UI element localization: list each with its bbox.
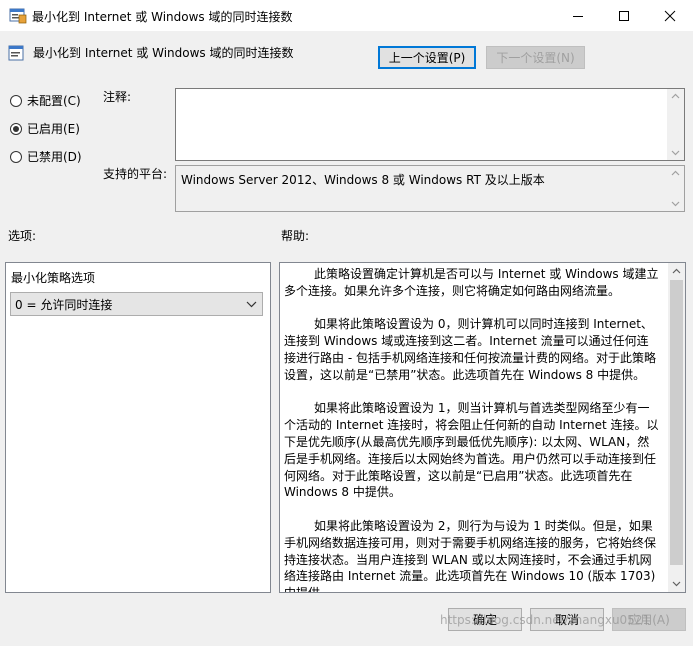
apply-button[interactable]: 应用(A) — [612, 608, 686, 631]
ok-button[interactable]: 确定 — [448, 608, 522, 631]
previous-setting-button[interactable]: 上一个设置(P) — [378, 46, 476, 69]
title-bar: 最小化到 Internet 或 Windows 域的同时连接数 — [0, 0, 693, 31]
help-text: 此策略设置确定计算机是否可以与 Internet 或 Windows 域建立多个… — [284, 266, 660, 592]
comment-textarea[interactable] — [175, 88, 685, 161]
next-setting-button[interactable]: 下一个设置(N) — [486, 46, 585, 69]
help-scrollbar[interactable] — [668, 263, 685, 592]
help-paragraph: 如果将此策略设置设为 2，则行为与设为 1 时类似。但是，如果手机网络数据连接可… — [284, 518, 657, 592]
window-title: 最小化到 Internet 或 Windows 域的同时连接数 — [32, 10, 293, 24]
policy-option-selected: 0 = 允许同时连接 — [15, 297, 113, 312]
radio-enabled[interactable]: 已启用(E) — [10, 120, 80, 137]
radio-circle[interactable] — [10, 122, 22, 135]
scroll-down-icon[interactable] — [671, 150, 680, 156]
scroll-up-icon[interactable] — [671, 93, 680, 99]
comment-label: 注释: — [103, 90, 132, 104]
close-button[interactable] — [647, 0, 693, 31]
radio-circle[interactable] — [10, 94, 22, 107]
platform-scrollbar[interactable] — [667, 166, 684, 211]
close-icon — [664, 10, 676, 21]
scrollbar-thumb[interactable] — [670, 280, 683, 565]
help-section-label: 帮助: — [281, 229, 310, 243]
setting-icon — [8, 45, 24, 61]
radio-label: 未配置(C) — [27, 94, 81, 108]
scroll-up-icon[interactable] — [672, 268, 681, 274]
policy-option-select[interactable]: 0 = 允许同时连接 — [10, 292, 263, 316]
scroll-down-icon[interactable] — [672, 581, 681, 587]
maximize-button[interactable] — [601, 0, 647, 31]
setting-name: 最小化到 Internet 或 Windows 域的同时连接数 — [33, 46, 294, 60]
minimize-icon — [573, 15, 583, 17]
platform-box: Windows Server 2012、Windows 8 或 Windows … — [175, 165, 685, 212]
policy-option-label: 最小化策略选项 — [11, 271, 96, 285]
radio-not-configured[interactable]: 未配置(C) — [10, 92, 81, 109]
radio-label: 已启用(E) — [27, 122, 80, 136]
platform-label: 支持的平台: — [103, 167, 168, 181]
radio-label: 已禁用(D) — [27, 150, 82, 164]
options-section-label: 选项: — [8, 229, 37, 243]
comment-scrollbar[interactable] — [667, 89, 684, 160]
help-paragraph: 如果将此策略设置设为 0，则计算机可以同时连接到 Internet、连接到 Wi… — [284, 317, 656, 382]
radio-disabled[interactable]: 已禁用(D) — [10, 148, 82, 165]
options-panel: 最小化策略选项 0 = 允许同时连接 — [5, 262, 271, 593]
cancel-button[interactable]: 取消 — [530, 608, 604, 631]
help-paragraph: 如果将此策略设置设为 1，则当计算机与首选类型网络至少有一个活动的 Intern… — [284, 401, 659, 500]
scroll-up-icon[interactable] — [671, 170, 680, 176]
policy-setting-icon — [9, 8, 27, 24]
scroll-down-icon[interactable] — [671, 201, 680, 207]
radio-circle[interactable] — [10, 150, 22, 163]
platform-value: Windows Server 2012、Windows 8 或 Windows … — [181, 173, 545, 187]
minimize-button[interactable] — [555, 0, 601, 31]
help-paragraph: 此策略设置确定计算机是否可以与 Internet 或 Windows 域建立多个… — [284, 267, 659, 298]
maximize-icon — [619, 10, 629, 21]
chevron-down-icon[interactable] — [246, 301, 257, 308]
